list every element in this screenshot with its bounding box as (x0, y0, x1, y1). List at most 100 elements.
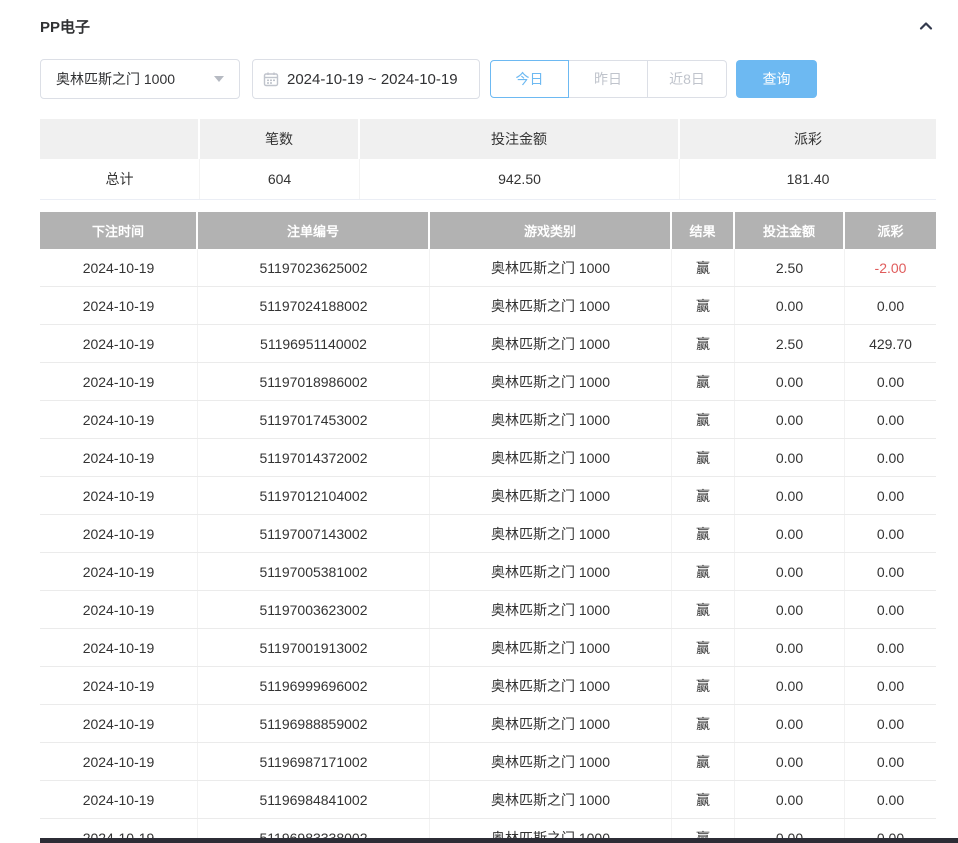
today-button[interactable]: 今日 (490, 60, 569, 98)
cell-result: 赢 (672, 553, 735, 590)
cell-amount: 0.00 (735, 477, 845, 514)
cell-game: 奥林匹斯之门 1000 (430, 287, 672, 324)
collapse-button[interactable] (916, 16, 936, 36)
cell-game: 奥林匹斯之门 1000 (430, 401, 672, 438)
game-select-value: 奥林匹斯之门 1000 (56, 69, 214, 89)
cell-date: 2024-10-19 (40, 743, 198, 780)
cell-game: 奥林匹斯之门 1000 (430, 553, 672, 590)
cell-date: 2024-10-19 (40, 515, 198, 552)
detail-header-bet-time: 下注时间 (40, 212, 198, 249)
bottom-cutoff-strip (40, 838, 958, 843)
cell-payout: 0.00 (845, 477, 936, 514)
cell-amount: 0.00 (735, 287, 845, 324)
cell-result: 赢 (672, 629, 735, 666)
cell-payout: 0.00 (845, 705, 936, 742)
detail-header-game-category: 游戏类别 (430, 212, 672, 249)
cell-payout: 0.00 (845, 591, 936, 628)
table-row: 2024-10-1951197017453002奥林匹斯之门 1000赢0.00… (40, 401, 936, 439)
cell-result: 赢 (672, 591, 735, 628)
cell-amount: 0.00 (735, 705, 845, 742)
cell-payout: 0.00 (845, 629, 936, 666)
cell-result: 赢 (672, 667, 735, 704)
cell-payout: -2.00 (845, 249, 936, 286)
cell-result: 赢 (672, 477, 735, 514)
cell-result: 赢 (672, 325, 735, 362)
cell-date: 2024-10-19 (40, 629, 198, 666)
detail-header-bet-id: 注单编号 (198, 212, 430, 249)
cell-id: 51197007143002 (198, 515, 430, 552)
last-8-days-button[interactable]: 近8日 (648, 60, 727, 98)
cell-date: 2024-10-19 (40, 363, 198, 400)
cell-amount: 0.00 (735, 439, 845, 476)
cell-game: 奥林匹斯之门 1000 (430, 325, 672, 362)
cell-game: 奥林匹斯之门 1000 (430, 477, 672, 514)
cell-result: 赢 (672, 439, 735, 476)
cell-amount: 0.00 (735, 401, 845, 438)
cell-id: 51197005381002 (198, 553, 430, 590)
cell-game: 奥林匹斯之门 1000 (430, 667, 672, 704)
table-row: 2024-10-1951197023625002奥林匹斯之门 1000赢2.50… (40, 249, 936, 287)
cell-result: 赢 (672, 781, 735, 818)
cell-id: 51196988859002 (198, 705, 430, 742)
cell-amount: 2.50 (735, 249, 845, 286)
date-range-value: 2024-10-19 ~ 2024-10-19 (287, 71, 458, 88)
table-row: 2024-10-1951197005381002奥林匹斯之门 1000赢0.00… (40, 553, 936, 591)
cell-date: 2024-10-19 (40, 401, 198, 438)
filter-bar: 奥林匹斯之门 1000 2024-10-19 ~ 2024-10-19 今日 昨… (40, 59, 936, 99)
cell-id: 51197012104002 (198, 477, 430, 514)
cell-date: 2024-10-19 (40, 325, 198, 362)
detail-header-payout: 派彩 (845, 212, 936, 249)
cell-amount: 0.00 (735, 629, 845, 666)
cell-date: 2024-10-19 (40, 249, 198, 286)
date-range-picker[interactable]: 2024-10-19 ~ 2024-10-19 (252, 59, 480, 99)
cell-date: 2024-10-19 (40, 667, 198, 704)
table-row: 2024-10-1951197001913002奥林匹斯之门 1000赢0.00… (40, 629, 936, 667)
table-row: 2024-10-1951196951140002奥林匹斯之门 1000赢2.50… (40, 325, 936, 363)
summary-header-payout: 派彩 (680, 119, 936, 159)
cell-id: 51196999696002 (198, 667, 430, 704)
cell-id: 51196987171002 (198, 743, 430, 780)
calendar-icon (263, 71, 279, 87)
detail-header-result: 结果 (672, 212, 735, 249)
detail-header-row: 下注时间 注单编号 游戏类别 结果 投注金额 派彩 (40, 212, 936, 249)
table-row: 2024-10-1951196988859002奥林匹斯之门 1000赢0.00… (40, 705, 936, 743)
cell-id: 51197018986002 (198, 363, 430, 400)
cell-payout: 0.00 (845, 781, 936, 818)
cell-payout: 0.00 (845, 401, 936, 438)
summary-header-row: 笔数 投注金额 派彩 (40, 119, 936, 159)
cell-amount: 0.00 (735, 591, 845, 628)
cell-game: 奥林匹斯之门 1000 (430, 743, 672, 780)
cell-id: 51197001913002 (198, 629, 430, 666)
cell-payout: 0.00 (845, 515, 936, 552)
summary-total-label: 总计 (40, 159, 200, 199)
summary-total-row: 总计 604 942.50 181.40 (40, 159, 936, 200)
cell-game: 奥林匹斯之门 1000 (430, 591, 672, 628)
cell-amount: 0.00 (735, 667, 845, 704)
cell-result: 赢 (672, 743, 735, 780)
cell-amount: 0.00 (735, 515, 845, 552)
detail-table-body: 2024-10-1951197023625002奥林匹斯之门 1000赢2.50… (40, 249, 936, 843)
table-row: 2024-10-1951196984841002奥林匹斯之门 1000赢0.00… (40, 781, 936, 819)
table-row: 2024-10-1951197003623002奥林匹斯之门 1000赢0.00… (40, 591, 936, 629)
cell-game: 奥林匹斯之门 1000 (430, 781, 672, 818)
summary-header-count: 笔数 (200, 119, 360, 159)
cell-id: 51197024188002 (198, 287, 430, 324)
cell-payout: 0.00 (845, 743, 936, 780)
table-row: 2024-10-1951196987171002奥林匹斯之门 1000赢 0.00… (40, 743, 936, 781)
game-select[interactable]: 奥林匹斯之门 1000 (40, 59, 240, 99)
cell-payout: 0.00 (845, 287, 936, 324)
cell-id: 51196984841002 (198, 781, 430, 818)
cell-result: 赢 (672, 705, 735, 742)
table-row: 2024-10-1951197007143002奥林匹斯之门 1000赢0.00… (40, 515, 936, 553)
yesterday-button[interactable]: 昨日 (569, 60, 648, 98)
cell-amount: 0.00 (735, 781, 845, 818)
cell-result: 赢 (672, 249, 735, 286)
table-row: 2024-10-1951197014372002奥林匹斯之门 1000赢0.00… (40, 439, 936, 477)
summary-total-bet-amount: 942.50 (360, 159, 680, 199)
cell-date: 2024-10-19 (40, 439, 198, 476)
cell-date: 2024-10-19 (40, 591, 198, 628)
query-button[interactable]: 查询 (736, 60, 817, 98)
cell-amount: 0.00 (735, 553, 845, 590)
cell-result: 赢 (672, 363, 735, 400)
table-row: 2024-10-1951197024188002奥林匹斯之门 1000赢0.00… (40, 287, 936, 325)
